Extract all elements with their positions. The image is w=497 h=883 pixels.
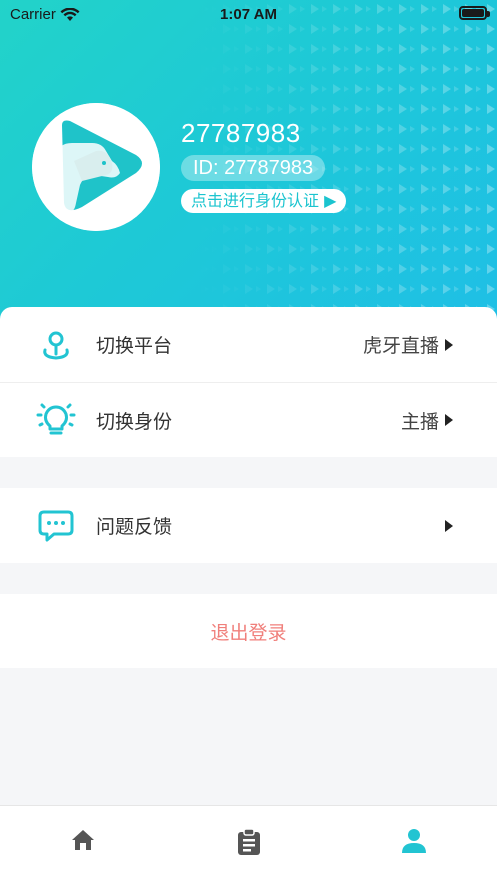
logout-card: 退出登录 [0, 594, 497, 668]
clipboard-icon [237, 828, 260, 855]
chevron-right-icon [445, 519, 453, 532]
avatar[interactable] [32, 103, 160, 231]
switch-platform-value: 虎牙直播 [362, 335, 439, 357]
switch-identity-label: 切换身份 [96, 410, 173, 433]
profile-header: Carrier 1:07 AM 27787983 ID: 27787983 点击… [0, 0, 497, 330]
tab-home[interactable] [0, 806, 166, 883]
settings-card-feedback: 问题反馈 [0, 488, 497, 563]
profile-id-badge: ID: 27787983 [181, 155, 326, 181]
identity-verify-button[interactable]: 点击进行身份认证 ▶ [181, 189, 347, 213]
switch-identity-value: 主播 [400, 410, 439, 433]
location-pin-icon [36, 325, 76, 365]
profile-screen: Carrier 1:07 AM 27787983 ID: 27787983 点击… [0, 0, 497, 883]
lightbulb-icon [36, 400, 76, 440]
settings-card-primary: 切换平台 虎牙直播 切换身份 主播 [0, 307, 497, 457]
chat-bubble-icon [36, 506, 76, 546]
switch-platform-row[interactable]: 切换平台 虎牙直播 [0, 307, 497, 382]
logout-label: 退出登录 [210, 621, 287, 644]
tab-tasks[interactable] [166, 806, 332, 883]
switch-platform-label: 切换平台 [96, 335, 173, 357]
profile-name: 27787983 [181, 118, 301, 148]
tab-profile[interactable] [331, 806, 497, 883]
logout-button[interactable]: 退出登录 [0, 594, 497, 668]
app-logo-avatar [32, 103, 160, 231]
chevron-right-icon [445, 338, 453, 351]
feedback-label: 问题反馈 [96, 516, 173, 538]
feedback-row[interactable]: 问题反馈 [0, 488, 497, 563]
identity-verify-label: 点击进行身份认证 ▶ [191, 191, 337, 210]
status-bar: Carrier 1:07 AM [0, 0, 497, 30]
status-time: 1:07 AM [220, 6, 277, 23]
chevron-right-icon [445, 414, 453, 426]
tab-bar [0, 805, 497, 883]
battery-icon [459, 6, 490, 20]
person-icon [402, 829, 427, 853]
switch-identity-row[interactable]: 切换身份 主播 [0, 382, 497, 457]
home-icon [71, 830, 94, 850]
